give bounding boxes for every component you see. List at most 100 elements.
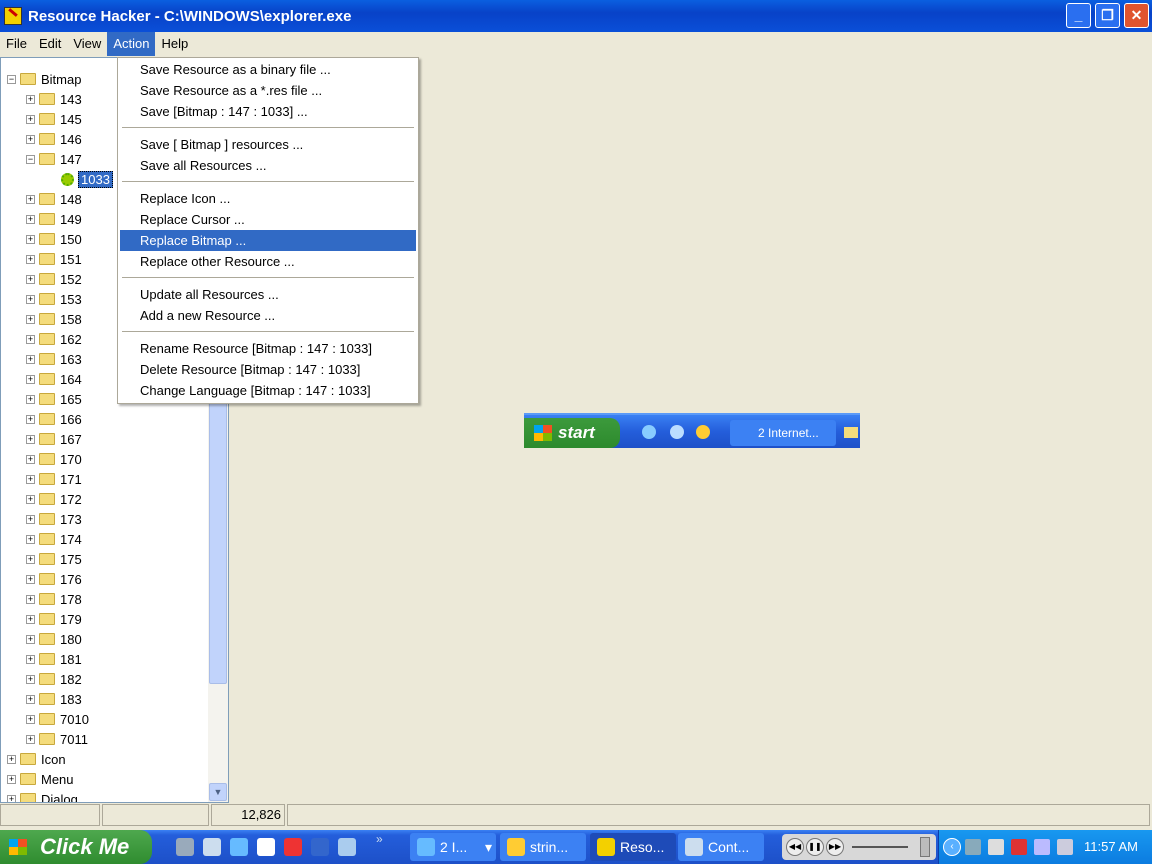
- tree-node[interactable]: +170: [26, 449, 82, 469]
- collapse-icon[interactable]: −: [26, 154, 35, 164]
- ie-icon[interactable]: [230, 838, 248, 856]
- tree-node[interactable]: +182: [26, 669, 82, 689]
- menu-item[interactable]: Replace other Resource ...: [120, 251, 416, 272]
- taskbar-button[interactable]: strin...: [500, 833, 586, 861]
- menu-item[interactable]: Change Language [Bitmap : 147 : 1033]: [120, 380, 416, 401]
- forward-button[interactable]: ▶▶: [826, 838, 844, 856]
- tree-node[interactable]: +171: [26, 469, 82, 489]
- tree-node[interactable]: +152: [26, 269, 82, 289]
- menu-item[interactable]: Save all Resources ...: [120, 155, 416, 176]
- tree-node[interactable]: + Dialog: [7, 789, 78, 802]
- expand-icon[interactable]: +: [26, 94, 35, 104]
- tree-node[interactable]: +143: [26, 89, 82, 109]
- clock[interactable]: 11:57 AM: [1084, 830, 1138, 864]
- expand-icon[interactable]: +: [26, 514, 35, 524]
- expand-icon[interactable]: +: [7, 774, 16, 784]
- tree-node[interactable]: +145: [26, 109, 82, 129]
- expand-icon[interactable]: +: [26, 234, 35, 244]
- menu-item[interactable]: Replace Bitmap ...: [120, 230, 416, 251]
- tree-node[interactable]: +166: [26, 409, 82, 429]
- tree-node[interactable]: +153: [26, 289, 82, 309]
- quick-launch-chevron[interactable]: »: [376, 832, 383, 846]
- tree-node[interactable]: +7011: [26, 729, 88, 749]
- security-icon[interactable]: [1011, 839, 1027, 855]
- network-icon[interactable]: [965, 839, 981, 855]
- expand-icon[interactable]: +: [26, 134, 35, 144]
- maximize-button[interactable]: ❐: [1095, 3, 1120, 28]
- tree-node[interactable]: +175: [26, 549, 82, 569]
- tree-node[interactable]: − 147: [26, 149, 82, 169]
- tree-node[interactable]: +146: [26, 129, 82, 149]
- expand-icon[interactable]: +: [26, 494, 35, 504]
- expand-icon[interactable]: +: [26, 394, 35, 404]
- aim-icon[interactable]: [284, 838, 302, 856]
- pause-button[interactable]: ❚❚: [806, 838, 824, 856]
- menu-item[interactable]: Replace Icon ...: [120, 188, 416, 209]
- expand-icon[interactable]: +: [26, 694, 35, 704]
- expand-icon[interactable]: +: [7, 794, 16, 802]
- menu-item[interactable]: Add a new Resource ...: [120, 305, 416, 326]
- tree-node[interactable]: − Bitmap: [7, 69, 81, 89]
- expand-icon[interactable]: +: [26, 254, 35, 264]
- menu-item[interactable]: Save [Bitmap : 147 : 1033] ...: [120, 101, 416, 122]
- tree-node[interactable]: +162: [26, 329, 82, 349]
- expand-icon[interactable]: +: [26, 654, 35, 664]
- tree-node[interactable]: +149: [26, 209, 82, 229]
- antivirus-icon[interactable]: [1057, 839, 1073, 855]
- expand-icon[interactable]: +: [26, 414, 35, 424]
- notepad-icon[interactable]: [203, 838, 221, 856]
- collapse-icon[interactable]: −: [7, 74, 16, 84]
- expand-icon[interactable]: +: [26, 634, 35, 644]
- expand-icon[interactable]: +: [26, 454, 35, 464]
- expand-icon[interactable]: +: [26, 594, 35, 604]
- expand-icon[interactable]: +: [26, 214, 35, 224]
- menu-item[interactable]: Delete Resource [Bitmap : 147 : 1033]: [120, 359, 416, 380]
- scroll-down-button[interactable]: ▼: [209, 783, 227, 801]
- tree-node[interactable]: +163: [26, 349, 82, 369]
- expand-icon[interactable]: +: [26, 334, 35, 344]
- tree-node[interactable]: +7010: [26, 709, 89, 729]
- expand-icon[interactable]: +: [26, 534, 35, 544]
- group-dropdown-icon[interactable]: ▾: [485, 833, 492, 861]
- tree-node[interactable]: +164: [26, 369, 82, 389]
- taskbar-button[interactable]: Reso...: [590, 833, 676, 861]
- tree-node[interactable]: +167: [26, 429, 82, 449]
- expand-icon[interactable]: +: [26, 714, 35, 724]
- menu-item[interactable]: Save Resource as a binary file ...: [120, 59, 416, 80]
- expand-icon[interactable]: +: [26, 614, 35, 624]
- tree-node[interactable]: +148: [26, 189, 82, 209]
- menu-item[interactable]: Save Resource as a *.res file ...: [120, 80, 416, 101]
- menu-view[interactable]: View: [67, 32, 107, 56]
- tree-node[interactable]: +181: [26, 649, 82, 669]
- tree-node[interactable]: +178: [26, 589, 82, 609]
- expand-icon[interactable]: +: [7, 754, 16, 764]
- menu-help[interactable]: Help: [155, 32, 194, 56]
- menu-edit[interactable]: Edit: [33, 32, 67, 56]
- expand-icon[interactable]: +: [26, 734, 35, 744]
- expand-icon[interactable]: +: [26, 274, 35, 284]
- tree-node[interactable]: + Menu: [7, 769, 74, 789]
- menu-item[interactable]: Update all Resources ...: [120, 284, 416, 305]
- expand-icon[interactable]: +: [26, 194, 35, 204]
- menu-file[interactable]: File: [0, 32, 33, 56]
- menu-action[interactable]: Action: [107, 32, 156, 56]
- tree-node[interactable]: +172: [26, 489, 82, 509]
- tree-node[interactable]: +174: [26, 529, 82, 549]
- expand-icon[interactable]: +: [26, 114, 35, 124]
- mail-icon[interactable]: [1034, 839, 1050, 855]
- expand-icon[interactable]: +: [26, 674, 35, 684]
- tree-node[interactable]: 1033: [61, 169, 113, 189]
- expand-icon[interactable]: +: [26, 434, 35, 444]
- tree-node[interactable]: +173: [26, 509, 82, 529]
- word-icon[interactable]: [311, 838, 329, 856]
- itunes-icon[interactable]: [338, 838, 356, 856]
- tree-node[interactable]: +183: [26, 689, 82, 709]
- msn-icon[interactable]: [988, 839, 1004, 855]
- expand-icon[interactable]: +: [26, 474, 35, 484]
- expand-icon[interactable]: +: [26, 554, 35, 564]
- tree-node[interactable]: +179: [26, 609, 82, 629]
- menu-item[interactable]: Save [ Bitmap ] resources ...: [120, 134, 416, 155]
- close-button[interactable]: ✕: [1124, 3, 1149, 28]
- show-hidden-icons-button[interactable]: ‹: [943, 838, 961, 856]
- expand-icon[interactable]: +: [26, 314, 35, 324]
